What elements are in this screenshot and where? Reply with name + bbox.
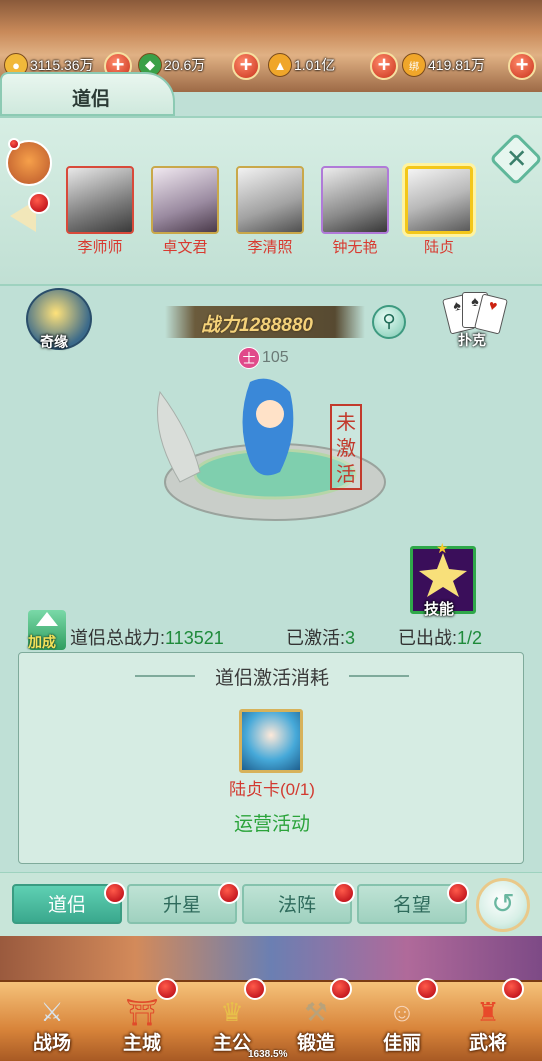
panel-title: 道侣激活消耗 [214, 668, 329, 689]
notification-dot [416, 978, 438, 1000]
notification-dot [104, 882, 126, 904]
companion-card[interactable]: 李清照 [235, 166, 305, 257]
bound-ingot-icon: 绑 [402, 53, 426, 77]
level-value: 105 [262, 349, 289, 366]
ingot-value: 1.01亿 [294, 57, 336, 73]
companion-card[interactable]: 卓文君 [150, 166, 220, 257]
rock-spire [157, 390, 201, 483]
notification-dot [330, 978, 352, 1000]
notification-dot [447, 882, 469, 904]
activated-label: 已激活: [286, 628, 346, 648]
combat-power-text: 战力1288880 [201, 315, 313, 336]
close-icon: ✕ [505, 143, 528, 174]
ingot-icon: ▲ [268, 53, 292, 77]
back-button[interactable]: ↺ [476, 878, 530, 932]
nav-label: 锻造 [296, 1033, 335, 1054]
bound-ingot-value: 419.81万 [428, 57, 485, 73]
companion-card[interactable]: 钟无艳 [320, 166, 390, 257]
bound-badge: 绑 [409, 61, 419, 73]
character-face [256, 400, 284, 428]
resource-bound-ingot: 绑 419.81万 [402, 52, 485, 78]
nav-battlefield[interactable]: ⚔ 战场 [16, 990, 88, 1054]
swirl-back-icon: ↺ [491, 888, 515, 919]
resource-ingot: ▲ 1.01亿 [268, 52, 335, 78]
item-name: 陆贞卡 [229, 780, 281, 799]
poker-label: 扑克 [458, 332, 486, 348]
notification-dot [156, 978, 178, 1000]
rank-badge: 士 [238, 347, 260, 369]
companion-portrait [405, 166, 473, 234]
level-row: 士 105 [238, 346, 289, 370]
companion-portrait [66, 166, 134, 234]
notification-dot [218, 882, 240, 904]
companion-portrait [321, 166, 389, 234]
total-power-value: 113521 [165, 628, 224, 648]
total-power-label: 道侣总战力: [70, 628, 166, 648]
item-name-row: 陆贞卡(0/1) [19, 775, 525, 800]
companion-name: 李师师 [77, 239, 123, 256]
companion-card[interactable]: 李师师 [65, 166, 135, 257]
add-bound-ingot-button[interactable]: + [508, 52, 536, 80]
character-stage [157, 378, 386, 521]
zoom-level: 1638.5% [248, 1049, 288, 1060]
jade-value: 20.6万 [164, 57, 206, 73]
boost-label: 加成 [28, 634, 56, 650]
activation-cost-panel: 道侣激活消耗 陆贞卡(0/1) 运营活动 [18, 652, 524, 864]
title-tab: 道侣 [0, 72, 175, 116]
page-title: 道侣 [72, 89, 111, 110]
deployed-stat: 已出战:1/2 [398, 624, 482, 650]
nav-label: 主城 [122, 1033, 161, 1054]
companion-name: 卓文君 [162, 239, 208, 256]
up-arrow-icon [36, 612, 58, 626]
magnifier-icon: ⚲ [382, 311, 396, 331]
companion-name: 陆贞 [423, 239, 454, 256]
star-icon: ★ [436, 540, 449, 556]
inactive-stamp: 未激活 [330, 404, 362, 490]
companion-name: 李清照 [247, 239, 293, 256]
event-link[interactable]: 运营活动 [19, 809, 525, 836]
notification-dot [333, 882, 355, 904]
deployed-label: 已出战: [398, 628, 458, 648]
companion-portrait [236, 166, 304, 234]
deployed-value: 1/2 [457, 628, 483, 648]
notification-dot [28, 192, 50, 214]
notification-dot [8, 138, 20, 150]
companion-card-selected[interactable]: 陆贞 [404, 166, 474, 257]
skill-label: 技能 [424, 601, 455, 618]
search-button[interactable]: ⚲ [372, 305, 406, 339]
activated-stat: 已激活:3 [286, 624, 355, 650]
notification-dot [244, 978, 266, 1000]
companion-portrait [151, 166, 219, 234]
notification-dot [502, 978, 524, 1000]
total-power-stat: 道侣总战力:113521 [70, 624, 224, 650]
nav-label: 武将 [468, 1033, 507, 1054]
activated-value: 3 [345, 628, 356, 648]
add-jade-button[interactable]: + [232, 52, 260, 80]
companion-card-item[interactable] [239, 709, 303, 773]
add-ingot-button[interactable]: + [370, 52, 398, 80]
companion-name: 钟无艳 [332, 239, 378, 256]
decorative-band [0, 936, 542, 980]
combat-power-banner: 战力1288880 [165, 306, 365, 338]
qiyuan-label: 奇缘 [40, 334, 68, 350]
nav-label: 佳丽 [382, 1033, 421, 1054]
nav-label: 战场 [32, 1033, 71, 1054]
item-count: (0/1) [280, 780, 315, 799]
